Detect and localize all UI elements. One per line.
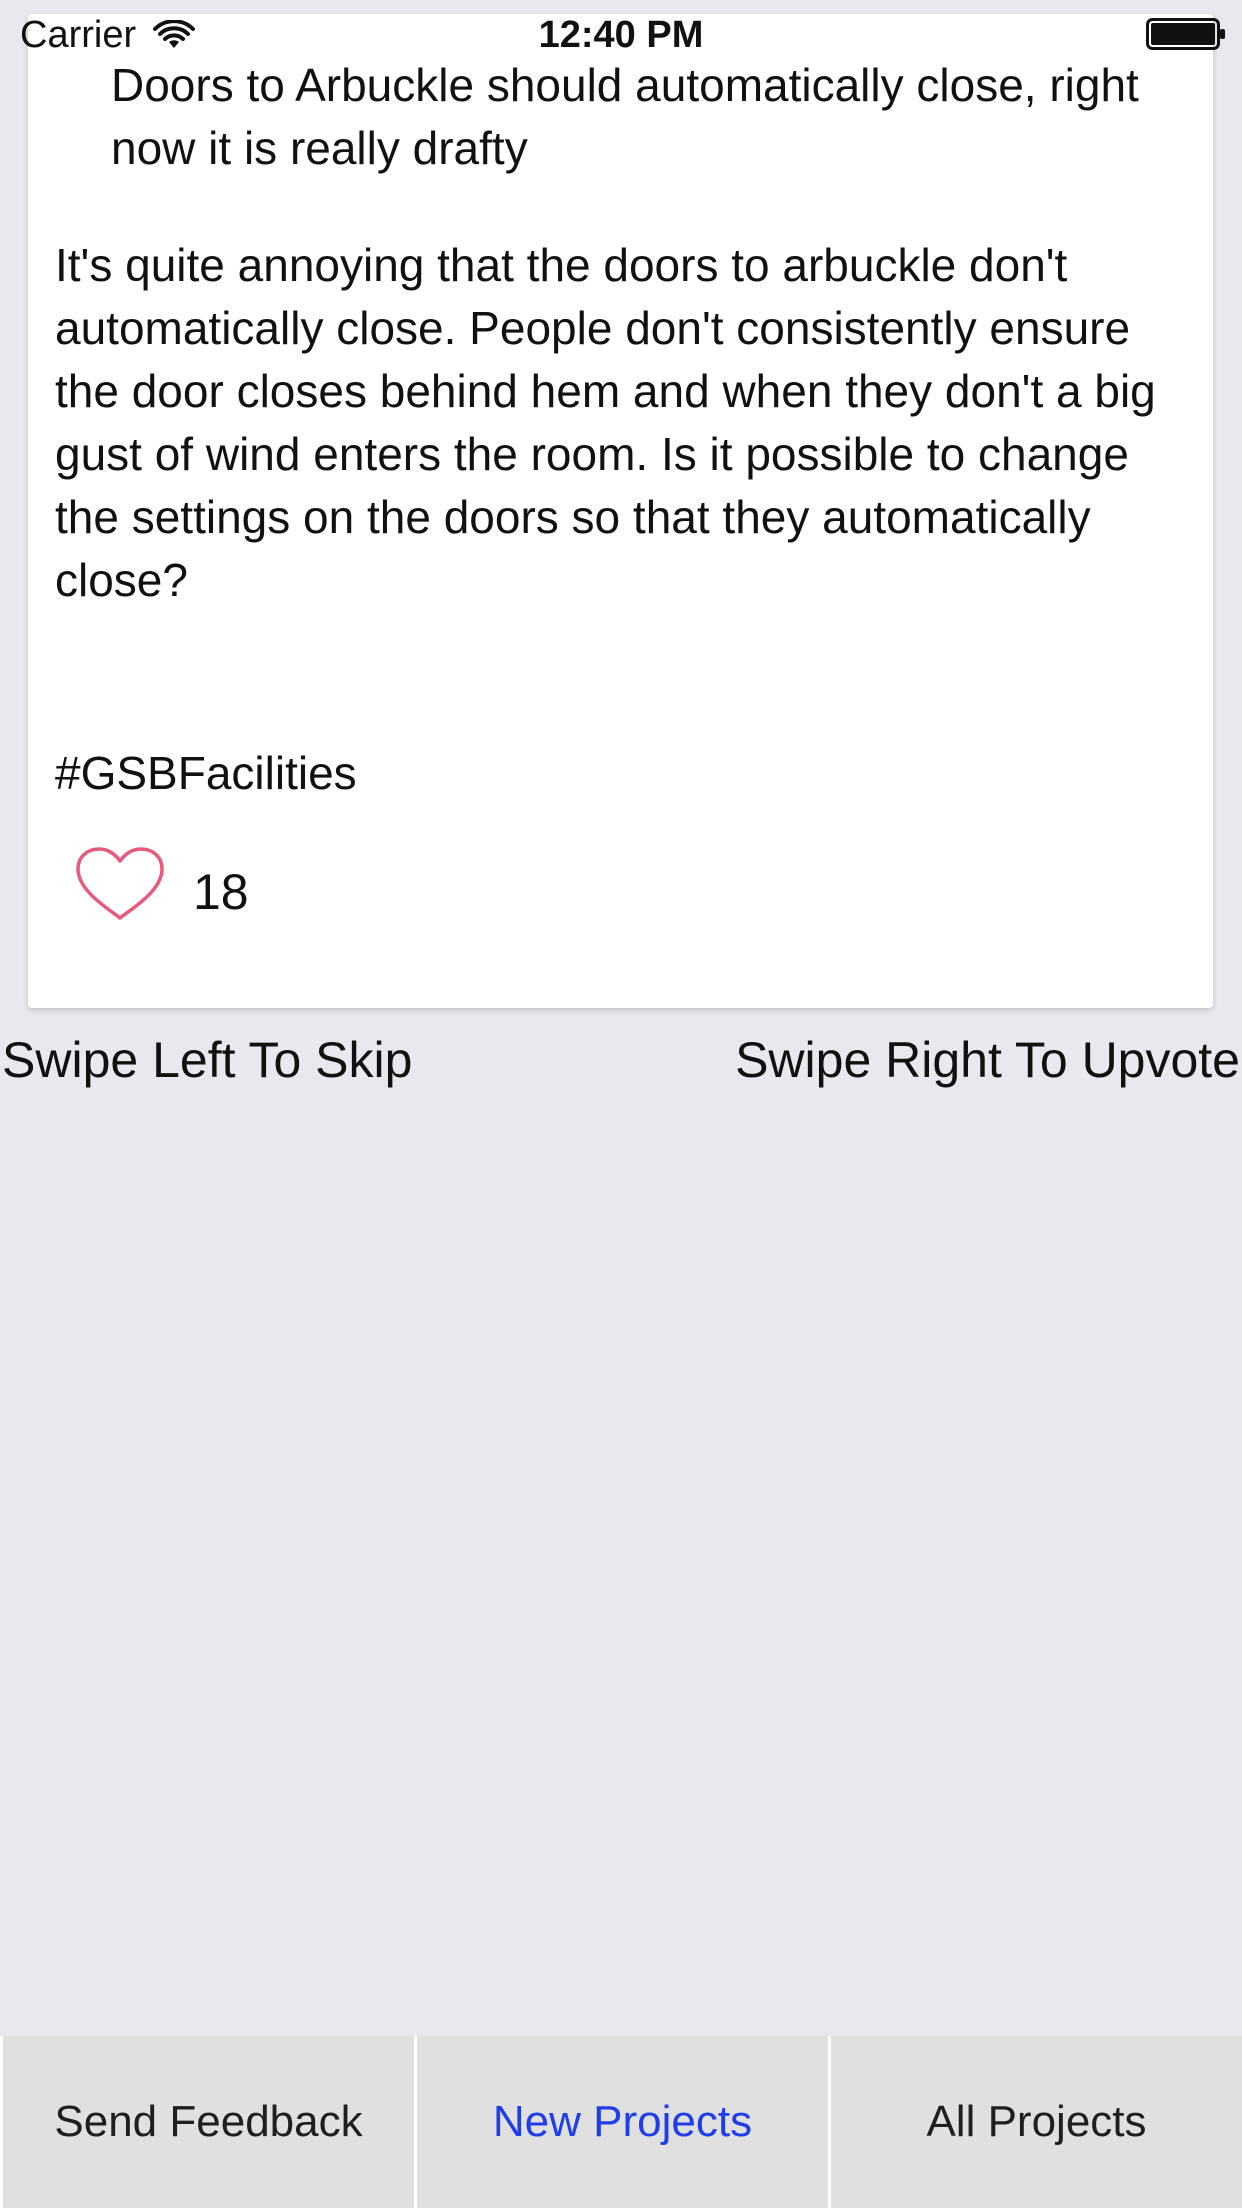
like-count: 18 [193, 864, 249, 920]
tab-new-projects[interactable]: New Projects [417, 2036, 831, 2208]
status-time: 12:40 PM [538, 14, 704, 56]
status-bar: Carrier 12:40 PM [0, 0, 1242, 62]
swipe-right-hint: Swipe Right To Upvote [735, 1032, 1240, 1088]
bottom-tab-bar: Send Feedback New Projects All Projects [0, 2036, 1242, 2208]
tab-all-projects[interactable]: All Projects [831, 2036, 1242, 2208]
tab-send-feedback[interactable]: Send Feedback [0, 2036, 417, 2208]
card-title: Doors to Arbuckle should automatically c… [111, 59, 1139, 174]
card-hashtag: #GSBFacilities [55, 747, 357, 799]
card-description: It's quite annoying that the doors to ar… [55, 239, 1156, 606]
heart-outline-icon [76, 847, 164, 920]
swipe-left-hint: Swipe Left To Skip [2, 1032, 413, 1088]
battery-icon [1146, 18, 1225, 50]
like-button[interactable] [72, 844, 168, 924]
project-card[interactable]: Doors to Arbuckle should automatically c… [28, 14, 1213, 1008]
